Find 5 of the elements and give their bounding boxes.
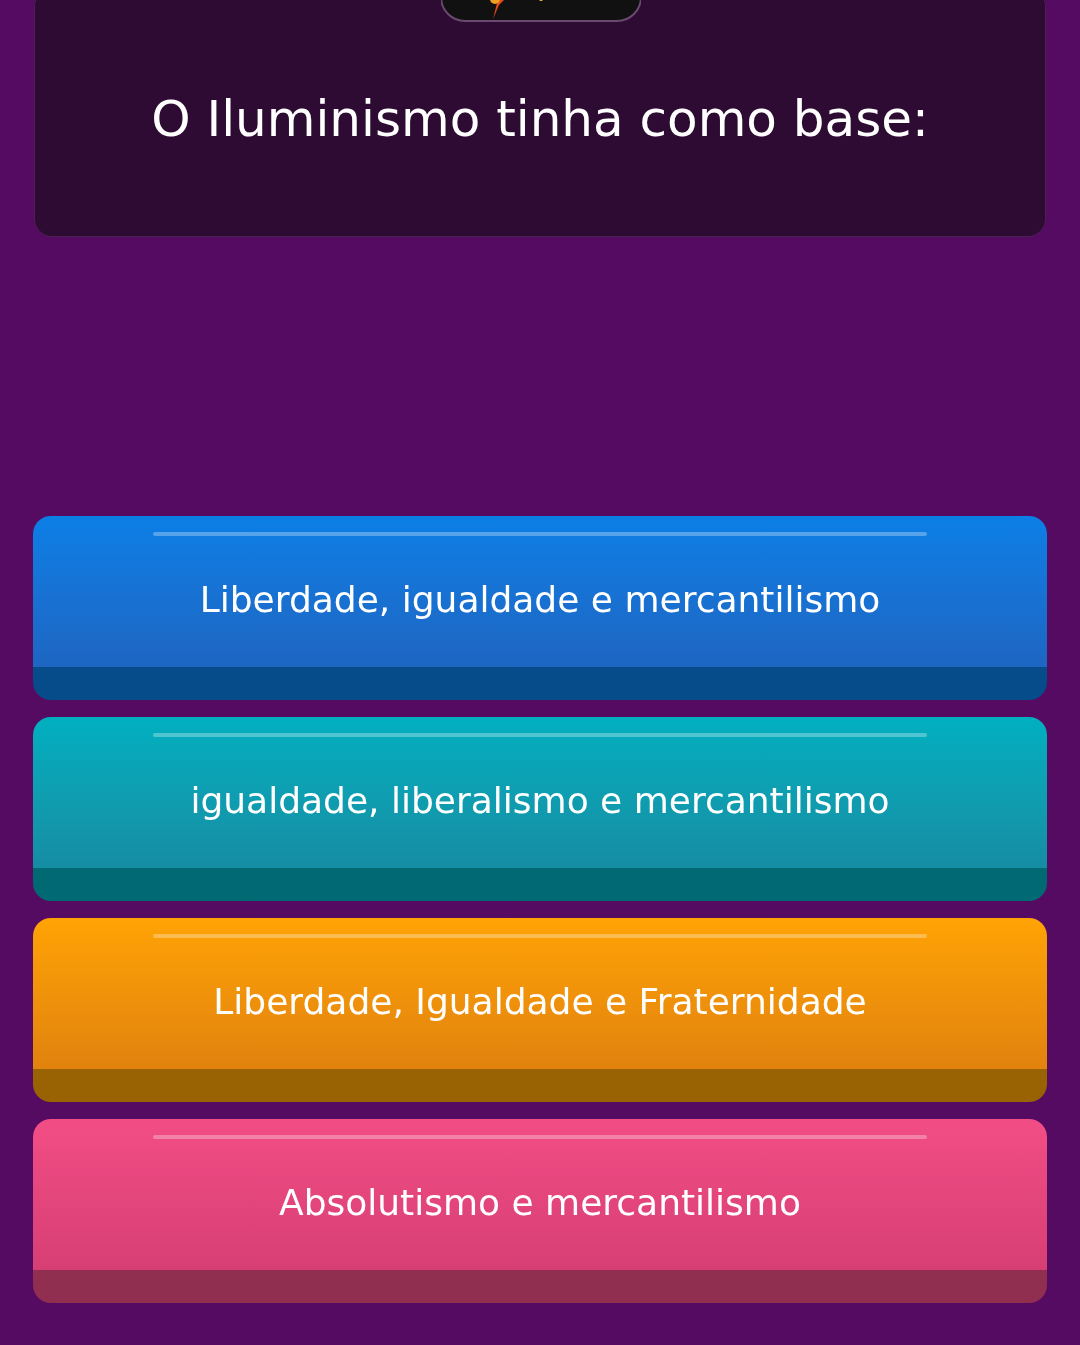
answer-button[interactable]: igualdade, liberalismo e mercantilismo: [33, 717, 1047, 901]
question-text: O Iluminismo tinha como base:: [151, 88, 929, 150]
answer-button[interactable]: Liberdade, igualdade e mercantilismo: [33, 516, 1047, 700]
answer-button[interactable]: Liberdade, Igualdade e Fraternidade: [33, 918, 1047, 1102]
answer-button[interactable]: Absolutismo e mercantilismo: [33, 1119, 1047, 1303]
